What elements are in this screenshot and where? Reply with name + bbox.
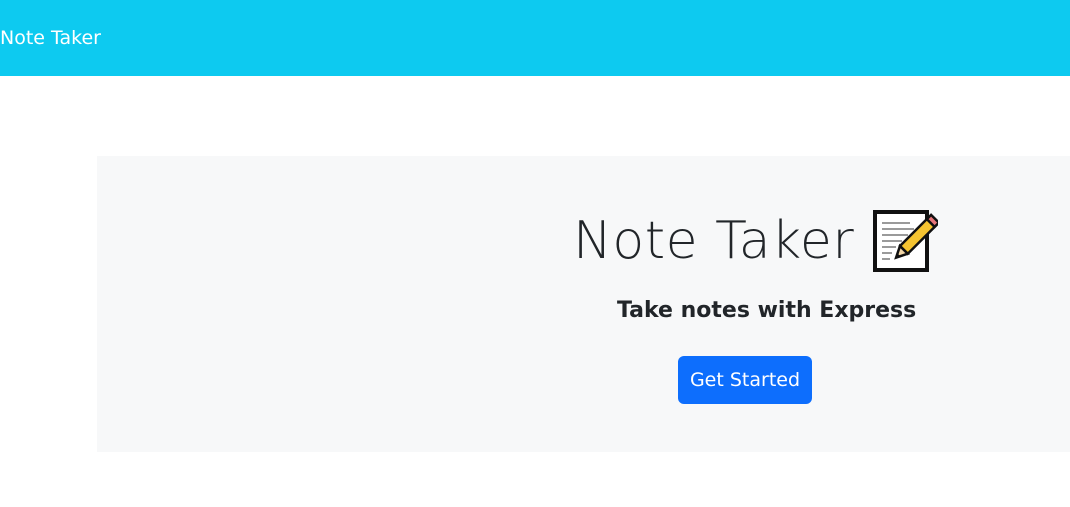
hero-subtitle: Take notes with Express — [617, 298, 917, 323]
page-title-text: Note Taker — [573, 211, 855, 271]
hero-section — [97, 156, 1070, 452]
page-title: Note Taker — [573, 208, 941, 274]
memo-icon — [872, 209, 941, 273]
get-started-button[interactable]: Get Started — [678, 356, 812, 404]
navbar-brand[interactable]: Note Taker — [0, 26, 101, 50]
navbar: Note Taker — [0, 0, 1070, 76]
